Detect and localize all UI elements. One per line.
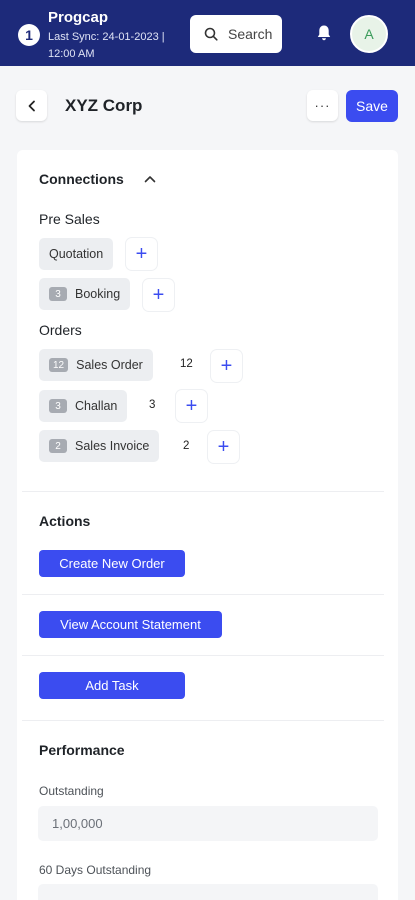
- count-badge: 3: [49, 399, 67, 413]
- outstanding-label: Outstanding: [39, 784, 104, 798]
- add-sales-invoice-button[interactable]: +: [208, 431, 239, 463]
- connection-chip-quotation[interactable]: Quotation: [39, 238, 114, 270]
- performance-heading: Performance: [39, 742, 125, 758]
- chevron-up-icon[interactable]: [143, 172, 157, 186]
- connection-chip-challan[interactable]: 3 Challan: [39, 390, 128, 422]
- add-sales-order-button[interactable]: +: [211, 350, 242, 382]
- section-divider: [22, 720, 384, 721]
- sixty-days-outstanding-label: 60 Days Outstanding: [39, 863, 152, 877]
- plus-icon: +: [135, 243, 148, 265]
- chevron-left-icon: [28, 100, 35, 111]
- back-button[interactable]: [16, 90, 47, 121]
- last-sync-text: Last Sync: 24-01-2023 | 12:00 AM: [48, 31, 165, 60]
- notification-bell-icon[interactable]: [316, 24, 332, 42]
- section-divider: [22, 491, 384, 492]
- plus-icon: +: [217, 436, 230, 458]
- actions-heading: Actions: [39, 513, 91, 529]
- user-avatar[interactable]: A: [350, 15, 388, 53]
- orders-heading: Orders: [39, 322, 82, 338]
- add-task-button[interactable]: Add Task: [39, 672, 185, 699]
- chip-label: Booking: [75, 287, 121, 301]
- connections-heading: Connections: [39, 171, 124, 187]
- plus-icon: +: [185, 395, 198, 417]
- sales-order-count: 12: [180, 358, 193, 370]
- search-input[interactable]: [228, 26, 272, 42]
- search-box[interactable]: [190, 15, 282, 53]
- top-bar: 1 Progcap Last Sync: 24-01-2023 | 12:00 …: [0, 0, 415, 66]
- section-divider: [22, 655, 384, 656]
- challan-count: 3: [149, 399, 156, 411]
- app-logo: 1: [18, 24, 40, 46]
- connection-chip-booking[interactable]: 3 Booking: [39, 278, 131, 310]
- sixty-days-outstanding-value: [38, 884, 378, 900]
- outstanding-value: 1,00,000: [38, 806, 378, 841]
- chip-label: Sales Invoice: [75, 439, 150, 453]
- count-badge: 12: [49, 358, 69, 372]
- pre-sales-heading: Pre Sales: [39, 211, 100, 227]
- create-new-order-button[interactable]: Create New Order: [39, 550, 185, 577]
- page-title: XYZ Corp: [65, 96, 143, 115]
- view-account-statement-button[interactable]: View Account Statement: [39, 611, 222, 638]
- connection-chip-sales-invoice[interactable]: 2 Sales Invoice: [39, 430, 160, 462]
- section-divider: [22, 594, 384, 595]
- count-badge: 2: [49, 439, 67, 453]
- add-challan-button[interactable]: +: [176, 390, 207, 422]
- count-badge: 3: [49, 287, 67, 301]
- add-quotation-button[interactable]: +: [126, 238, 157, 270]
- search-icon: [204, 27, 218, 41]
- chip-label: Quotation: [49, 247, 104, 261]
- sales-invoice-count: 2: [183, 440, 190, 452]
- plus-icon: +: [152, 284, 165, 306]
- connection-chip-sales-order[interactable]: 12 Sales Order: [39, 349, 153, 381]
- chip-label: Sales Order: [76, 358, 143, 372]
- chip-label: Challan: [75, 399, 118, 413]
- more-options-button[interactable]: ···: [307, 90, 338, 121]
- add-booking-button[interactable]: +: [143, 279, 174, 311]
- save-button[interactable]: Save: [346, 90, 398, 122]
- plus-icon: +: [220, 355, 233, 377]
- app-name: Progcap: [48, 9, 109, 26]
